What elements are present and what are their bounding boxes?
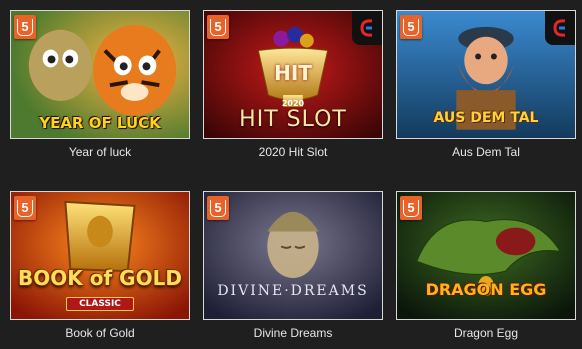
- game-logo-text: DRAGON EGG: [425, 280, 547, 299]
- game-logo-text: BOOK of GOLD: [18, 266, 182, 290]
- game-logo-text: YEAR OF LUCK: [39, 114, 161, 132]
- game-logo-hit: HIT: [274, 61, 312, 85]
- game-logo-text: DIVINE·DREAMS: [217, 283, 369, 299]
- html5-icon: 5: [14, 15, 36, 39]
- html5-icon: 5: [14, 196, 36, 220]
- game-card-aus-dem-tal[interactable]: AUS DEM TAL 5 Aus Dem Tal: [396, 10, 576, 159]
- provider-icon: [545, 11, 575, 45]
- game-card-2020-hit-slot[interactable]: HIT 2020 HIT SLOT 5 2020 Hit Slot: [203, 10, 383, 159]
- html5-icon: 5: [400, 15, 422, 39]
- game-card-year-of-luck[interactable]: YEAR OF LUCK 5 Year of luck: [10, 10, 190, 159]
- game-thumbnail[interactable]: HIT 2020 HIT SLOT 5: [203, 10, 383, 139]
- game-title[interactable]: Aus Dem Tal: [396, 145, 576, 159]
- game-logo-text: HIT SLOT: [239, 107, 347, 132]
- html5-icon: 5: [207, 196, 229, 220]
- game-logo-text: AUS DEM TAL: [433, 110, 539, 126]
- divine-dreams-artwork: [204, 192, 382, 319]
- html5-icon: 5: [207, 15, 229, 39]
- game-title[interactable]: Year of luck: [10, 145, 190, 159]
- game-thumbnail[interactable]: AUS DEM TAL 5: [396, 10, 576, 139]
- game-grid: YEAR OF LUCK 5 Year of luck HIT 2020 HIT…: [0, 0, 582, 349]
- game-title[interactable]: 2020 Hit Slot: [203, 145, 383, 159]
- game-thumbnail[interactable]: DRAGON EGG 5: [396, 191, 576, 320]
- provider-icon: [352, 11, 382, 45]
- game-title[interactable]: Book of Gold: [10, 326, 190, 340]
- game-thumbnail[interactable]: DIVINE·DREAMS 5: [203, 191, 383, 320]
- game-card-book-of-gold[interactable]: BOOK of GOLD CLASSIC 5 Book of Gold: [10, 191, 190, 340]
- game-logo-sub: CLASSIC: [66, 297, 134, 311]
- game-thumbnail[interactable]: YEAR OF LUCK 5: [10, 10, 190, 139]
- game-card-divine-dreams[interactable]: DIVINE·DREAMS 5 Divine Dreams: [203, 191, 383, 340]
- game-title[interactable]: Dragon Egg: [396, 326, 576, 340]
- game-thumbnail[interactable]: BOOK of GOLD CLASSIC 5: [10, 191, 190, 320]
- dragon-egg-artwork: [397, 192, 575, 319]
- html5-icon: 5: [400, 196, 422, 220]
- game-title[interactable]: Divine Dreams: [203, 326, 383, 340]
- game-card-dragon-egg[interactable]: DRAGON EGG 5 Dragon Egg: [396, 191, 576, 340]
